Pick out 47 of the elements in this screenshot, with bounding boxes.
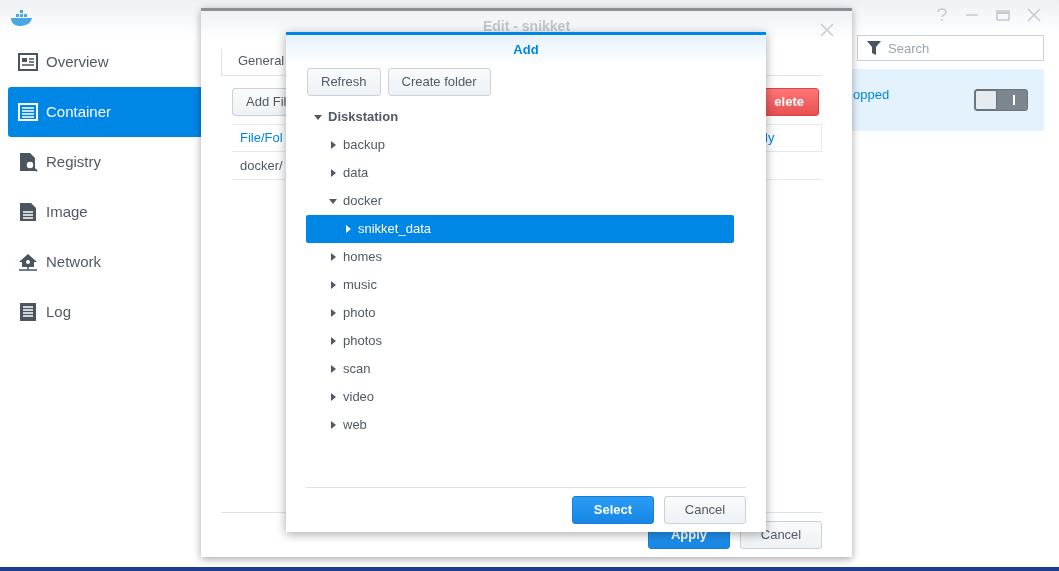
caret-right-icon[interactable] [329, 281, 337, 289]
magnifier-document-icon [18, 152, 38, 172]
caret-right-icon[interactable] [329, 365, 337, 373]
toolbar-button[interactable]: Refresh [307, 68, 381, 96]
tree-item[interactable]: snikket_data [306, 215, 734, 243]
table-cell-text: docker/ [240, 156, 283, 175]
column-header: File/Fol [239, 129, 283, 148]
caret-right-icon[interactable] [329, 309, 337, 317]
toggle-switch[interactable] [974, 89, 1028, 111]
sidebar-item[interactable]: Image [8, 187, 201, 237]
caret-right-icon[interactable] [329, 253, 337, 261]
sidebar-item[interactable]: Container [8, 87, 201, 137]
sidebar-item[interactable]: Network [8, 237, 201, 287]
sidebar-item[interactable]: Log [8, 287, 201, 337]
toolbar-button[interactable]: Create folder [387, 68, 491, 96]
list-icon [18, 102, 38, 122]
tree-item[interactable]: data [306, 159, 734, 187]
status-text: opped [853, 86, 890, 104]
tree-item[interactable]: video [306, 383, 734, 411]
caret-right-icon[interactable] [329, 141, 337, 149]
tree-item[interactable]: photos [306, 327, 734, 355]
sidebar-item[interactable]: Registry [8, 137, 201, 187]
tree-item[interactable]: photo [306, 299, 734, 327]
tree-item[interactable]: Diskstation [306, 103, 734, 131]
caret-down-icon[interactable] [329, 197, 337, 205]
sidebar-item[interactable]: Overview [8, 37, 201, 87]
id-card-icon [18, 52, 38, 72]
caret-right-icon[interactable] [329, 393, 337, 401]
tree-item[interactable]: homes [306, 243, 734, 271]
tree-item[interactable]: scan [306, 355, 734, 383]
search-field[interactable]: Search [857, 35, 1044, 61]
tree-item[interactable]: music [306, 271, 734, 299]
house-icon [18, 252, 38, 272]
list-icon [18, 302, 38, 322]
dialog-title: Add [513, 41, 539, 60]
caret-right-icon[interactable] [329, 337, 337, 345]
tab[interactable]: General [221, 49, 285, 75]
caret-right-icon[interactable] [329, 421, 337, 429]
document-icon [18, 202, 38, 222]
cancel-button[interactable]: Cancel [664, 496, 746, 524]
caret-down-icon[interactable] [314, 113, 322, 121]
tree-item[interactable]: web [306, 411, 734, 439]
tree-item[interactable]: backup [306, 131, 734, 159]
caret-right-icon[interactable] [329, 169, 337, 177]
tree-item[interactable]: docker [306, 187, 734, 215]
caret-right-icon[interactable] [344, 225, 352, 233]
whale-icon [10, 9, 34, 27]
